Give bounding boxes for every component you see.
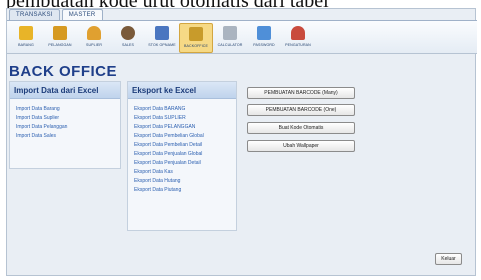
export-link[interactable]: Eksport Data Pembelian Global [134, 132, 236, 141]
export-link[interactable]: Eksport Data Pembelian Detail [134, 141, 236, 150]
export-link[interactable]: Eksport Data Penjualan Global [134, 150, 236, 159]
chart-icon [155, 26, 169, 40]
import-link[interactable]: Import Data Pelanggan [16, 123, 120, 132]
toolbar-sales-button[interactable]: SALES [111, 23, 145, 53]
import-panel-title: Import Data dari Excel [10, 82, 120, 99]
export-link[interactable]: Eksport Data Kas [134, 168, 236, 177]
page-title: BACK OFFICE [9, 63, 117, 80]
import-link[interactable]: Import Data Sales [16, 132, 120, 141]
toolbar-label: SALES [121, 43, 135, 47]
toolbar-label: PELANGGAN [48, 43, 72, 47]
toolbar-stok-opname-button[interactable]: STOK OPNAME [145, 23, 179, 53]
toolbar: BARANG PELANGGAN SUPLIER SALES STOK OPNA… [7, 20, 477, 54]
toolbar-suplier-button[interactable]: SUPLIER [77, 23, 111, 53]
import-link[interactable]: Import Data Barang [16, 105, 120, 114]
export-list: Eksport Data BARANG Eksport Data SUPLIER… [128, 99, 236, 195]
toolbar-password-button[interactable]: PASSWORD [247, 23, 281, 53]
password-icon [257, 26, 271, 40]
import-link[interactable]: Import Data Suplier [16, 114, 120, 123]
export-link[interactable]: Eksport Data Penjualan Detail [134, 159, 236, 168]
toolbar-calculator-button[interactable]: CALCULATOR [213, 23, 247, 53]
import-panel: Import Data dari Excel Import Data Baran… [9, 81, 121, 169]
supplier-icon [87, 26, 101, 40]
office-icon [189, 27, 203, 41]
toolbar-label: PENGATURAN [285, 43, 311, 47]
calculator-icon [223, 26, 237, 40]
barcode-many-button[interactable]: PEMBUATAN BARCODE (Many) [247, 87, 355, 99]
toolbar-label: BARANG [18, 43, 34, 47]
toolbar-barang-button[interactable]: BARANG [9, 23, 43, 53]
customer-icon [53, 26, 67, 40]
toolbar-label: PASSWORD [253, 43, 275, 47]
toolbar-pengaturan-button[interactable]: PENGATURAN [281, 23, 315, 53]
export-link[interactable]: Eksport Data PELANGGAN [134, 123, 236, 132]
export-panel: Eksport ke Excel Eksport Data BARANG Eks… [127, 81, 237, 231]
export-link[interactable]: Eksport Data Hutang [134, 177, 236, 186]
settings-icon [291, 26, 305, 40]
toolbar-label: BACKOFFICE [184, 44, 208, 48]
import-list: Import Data Barang Import Data Suplier I… [10, 99, 120, 141]
toolbar-label: SUPLIER [85, 43, 103, 47]
toolbar-backoffice-button[interactable]: BACKOFFICE [179, 23, 213, 53]
export-link[interactable]: Eksport Data BARANG [134, 105, 236, 114]
export-link[interactable]: Eksport Data Piutang [134, 186, 236, 195]
export-panel-title: Eksport ke Excel [128, 82, 236, 99]
tab-master[interactable]: MASTER [61, 9, 103, 20]
barcode-one-button[interactable]: PEMBUATAN BARCODE (One) [247, 104, 355, 116]
toolbar-label: STOK OPNAME [148, 43, 176, 47]
kode-otomatis-button[interactable]: Buat Kode Otomatis [247, 122, 355, 134]
keluar-button[interactable]: Keluar [435, 253, 462, 265]
box-icon [19, 26, 33, 40]
person-icon [121, 26, 135, 40]
wallpaper-button[interactable]: Ubah Wallpaper [247, 140, 355, 152]
tab-transaksi[interactable]: TRANSAKSI [9, 9, 60, 20]
toolbar-pelanggan-button[interactable]: PELANGGAN [43, 23, 77, 53]
app-window: TRANSAKSI MASTER BARANG PELANGGAN SUPLIE… [6, 8, 477, 276]
toolbar-label: CALCULATOR [217, 43, 243, 47]
export-link[interactable]: Eksport Data SUPLIER [134, 114, 236, 123]
